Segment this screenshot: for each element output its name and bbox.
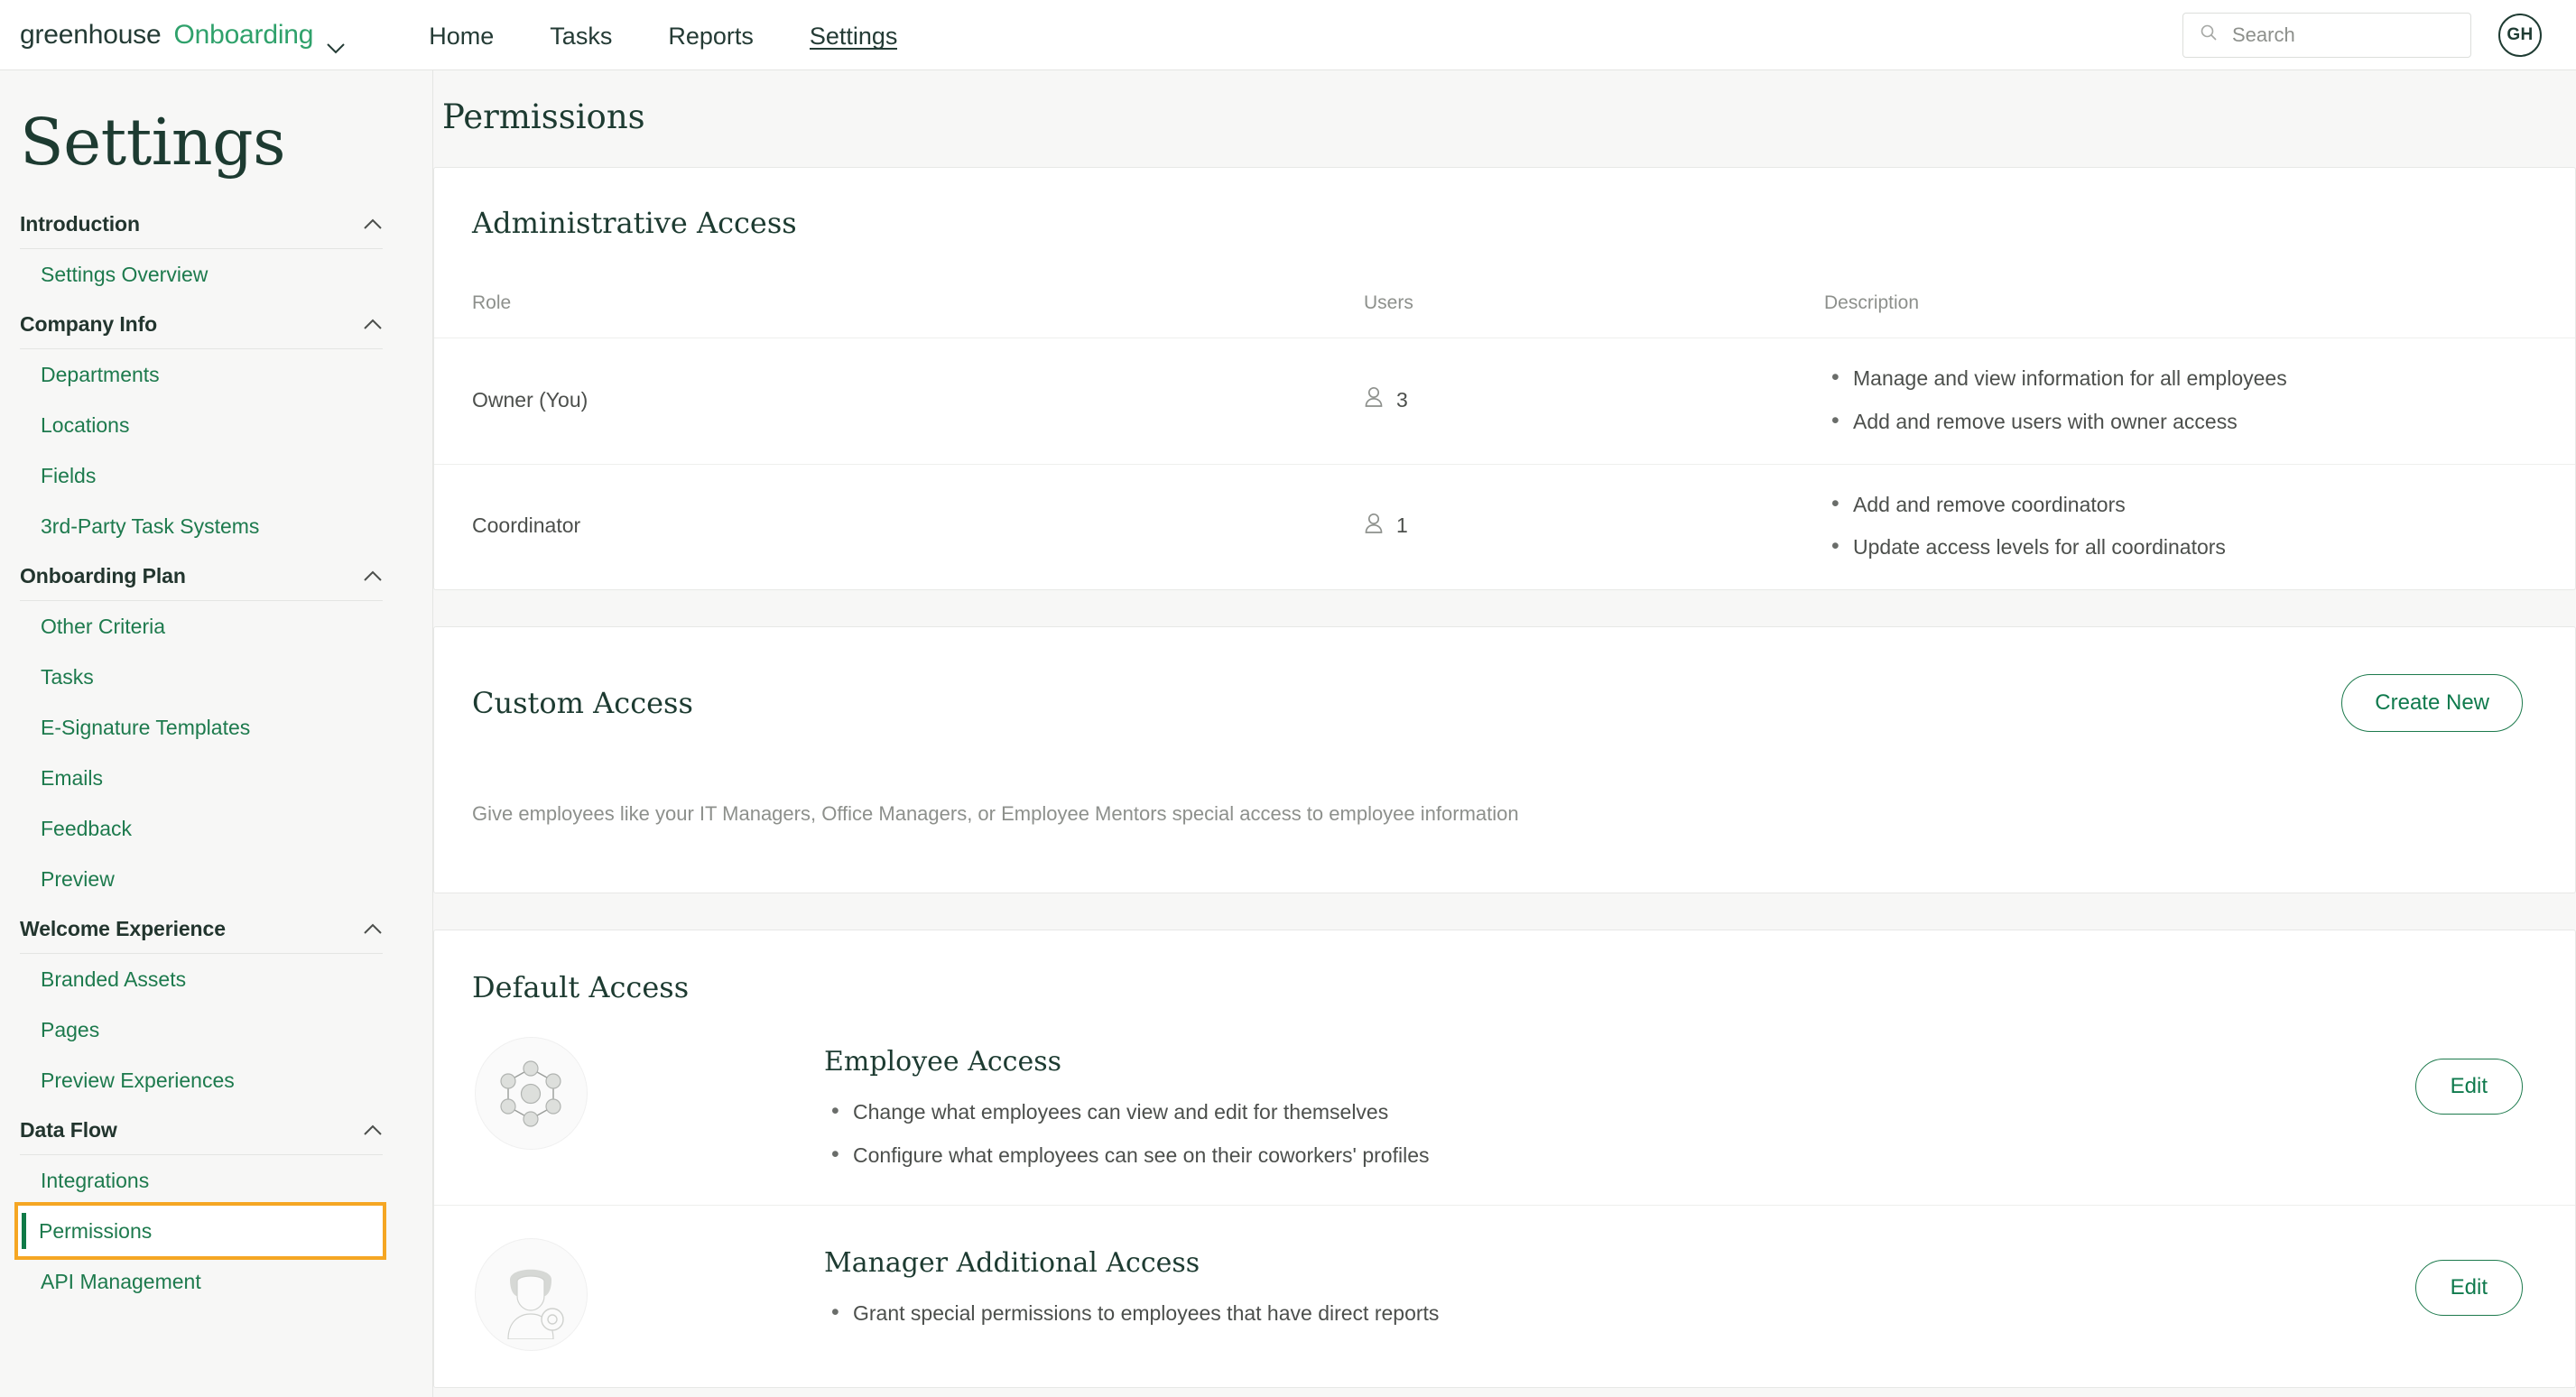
settings-sidebar: Settings Introduction Settings Overview … xyxy=(0,70,433,1397)
sidebar-item-departments[interactable]: Departments xyxy=(20,349,383,400)
sidebar-group-data-flow: Data Flow Integrations Permissions API M… xyxy=(14,1106,386,1307)
brand-logo[interactable]: greenhouse Onboarding xyxy=(20,19,346,54)
chevron-down-icon[interactable] xyxy=(326,31,346,54)
manager-access-bullet: Grant special permissions to employees t… xyxy=(824,1299,2415,1327)
sidebar-group-title: Introduction xyxy=(20,212,140,236)
employee-access-bullet: Configure what employees can see on thei… xyxy=(824,1141,2415,1169)
network-nodes-icon xyxy=(474,1037,588,1150)
sidebar-group-company-info: Company Info Departments Locations Field… xyxy=(20,300,383,551)
employee-access-title: Employee Access xyxy=(824,1046,1062,1078)
default-access-card: Default Access Employee Access • Change … xyxy=(433,930,2576,1388)
sidebar-item-other-criteria[interactable]: Other Criteria xyxy=(20,601,383,652)
user-icon xyxy=(1364,386,1384,413)
nav-item-tasks[interactable]: Tasks xyxy=(550,0,612,69)
brand-primary-text: greenhouse xyxy=(20,19,162,50)
chevron-up-icon[interactable] xyxy=(363,319,383,330)
cell-users: 1 xyxy=(1364,463,1824,589)
chevron-up-icon[interactable] xyxy=(363,570,383,582)
page-body: Settings Introduction Settings Overview … xyxy=(0,70,2576,1397)
sidebar-item-3rd-party-task-systems[interactable]: 3rd-Party Task Systems xyxy=(20,501,383,551)
sidebar-group-header-data-flow[interactable]: Data Flow xyxy=(20,1106,383,1155)
user-icon xyxy=(1364,513,1384,540)
chevron-up-icon[interactable] xyxy=(363,1124,383,1136)
sidebar-group-title: Welcome Experience xyxy=(20,917,226,940)
administrative-access-table: Role Users Description Owner (You) 3 • M… xyxy=(434,240,2575,589)
create-new-button[interactable]: Create New xyxy=(2341,674,2523,732)
main-nav: Home Tasks Reports Settings xyxy=(429,0,897,69)
edit-employee-access-button[interactable]: Edit xyxy=(2414,1059,2523,1115)
sidebar-group-onboarding-plan: Onboarding Plan Other Criteria Tasks E-S… xyxy=(20,551,383,904)
page-title: Settings xyxy=(20,105,286,180)
search-input[interactable]: Search xyxy=(2182,12,2471,58)
description-bullet: Update access levels for all coordinator… xyxy=(1824,532,2575,560)
default-access-title: Default Access xyxy=(472,970,690,1004)
employee-access-bullet: Change what employees can view and edit … xyxy=(824,1097,2415,1125)
main-content: Permissions Administrative Access Role U… xyxy=(433,70,2576,1397)
chevron-up-icon[interactable] xyxy=(363,923,383,935)
permissions-heading: Permissions xyxy=(442,97,645,136)
custom-access-title: Custom Access xyxy=(472,686,693,720)
column-header-users: Users xyxy=(1364,292,1413,313)
cell-users-count: 3 xyxy=(1396,387,1408,412)
chevron-up-icon[interactable] xyxy=(363,218,383,230)
edit-manager-access-button[interactable]: Edit xyxy=(2414,1259,2523,1316)
avatar[interactable]: GH xyxy=(2498,13,2542,57)
sidebar-item-api-management[interactable]: API Management xyxy=(20,1256,383,1307)
sidebar-item-integrations[interactable]: Integrations xyxy=(20,1155,383,1206)
search-placeholder: Search xyxy=(2232,23,2295,46)
sidebar-item-branded-assets[interactable]: Branded Assets xyxy=(20,954,383,1004)
manager-access-title: Manager Additional Access xyxy=(824,1246,1200,1279)
nav-item-settings[interactable]: Settings xyxy=(809,0,897,69)
sidebar-group-introduction: Introduction Settings Overview xyxy=(20,199,383,300)
sidebar-group-title: Company Info xyxy=(20,312,158,336)
sidebar-item-preview[interactable]: Preview xyxy=(20,854,383,904)
top-navigation-bar: greenhouse Onboarding Home Tasks Reports… xyxy=(0,0,2576,70)
column-header-role: Role xyxy=(472,292,512,313)
cell-role: Owner (You) xyxy=(434,338,1364,464)
table-header-row: Role Users Description xyxy=(434,240,2575,338)
topbar-right-cluster: Search GH xyxy=(2182,12,2542,58)
table-row: Coordinator 1 Add and remove co xyxy=(434,463,2575,589)
administrative-access-title: Administrative Access xyxy=(472,206,797,240)
sidebar-item-locations[interactable]: Locations xyxy=(20,400,383,450)
cell-role: Coordinator xyxy=(434,463,1364,589)
nav-item-home[interactable]: Home xyxy=(429,0,494,69)
cell-users: 3 xyxy=(1364,338,1824,464)
description-bullet: Add and remove users with owner access xyxy=(1824,407,2575,435)
cell-users-count: 1 xyxy=(1396,513,1408,538)
default-access-row-manager: Manager Additional Access Grant special … xyxy=(434,1204,2575,1387)
sidebar-group-title: Onboarding Plan xyxy=(20,564,186,587)
sidebar-item-e-signature-templates[interactable]: E-Signature Templates xyxy=(20,702,383,753)
cell-description: Manage and view information for all empl… xyxy=(1824,338,2575,464)
default-access-row-employee: Employee Access Change what employees ca… xyxy=(434,1004,2575,1205)
nav-item-reports[interactable]: Reports xyxy=(668,0,754,69)
sidebar-item-preview-experiences[interactable]: Preview Experiences xyxy=(20,1055,383,1106)
sidebar-item-tasks[interactable]: Tasks xyxy=(20,652,383,702)
sidebar-group-header-introduction[interactable]: Introduction xyxy=(20,199,383,249)
sidebar-item-pages[interactable]: Pages xyxy=(20,1004,383,1055)
sidebar-item-permissions[interactable]: Permissions xyxy=(14,1202,386,1260)
sidebar-item-fields[interactable]: Fields xyxy=(20,450,383,501)
description-bullet: Add and remove coordinators xyxy=(1824,490,2575,518)
sidebar-group-welcome-experience: Welcome Experience Branded Assets Pages … xyxy=(20,904,383,1106)
sidebar-item-settings-overview[interactable]: Settings Overview xyxy=(20,249,383,300)
search-icon xyxy=(2200,23,2218,46)
administrative-access-card: Administrative Access Role Users Descrip… xyxy=(433,167,2576,590)
sidebar-item-emails[interactable]: Emails xyxy=(20,753,383,803)
cell-description: Add and remove coordinators Update acces… xyxy=(1824,463,2575,589)
person-gear-icon xyxy=(474,1237,588,1351)
column-header-description: Description xyxy=(1824,292,1920,313)
sidebar-group-header-onboarding-plan[interactable]: Onboarding Plan xyxy=(20,551,383,601)
sidebar-group-header-welcome-experience[interactable]: Welcome Experience xyxy=(20,904,383,954)
brand-secondary-text: Onboarding xyxy=(173,19,314,50)
sidebar-group-title: Data Flow xyxy=(20,1118,117,1142)
custom-access-card: Custom Access Create New Give employees … xyxy=(433,626,2576,893)
description-bullet: Manage and view information for all empl… xyxy=(1824,364,2575,392)
table-row: Owner (You) 3 Manage and view i xyxy=(434,338,2575,464)
custom-access-description: Give employees like your IT Managers, Of… xyxy=(472,802,1519,825)
sidebar-item-feedback[interactable]: Feedback xyxy=(20,803,383,854)
sidebar-group-header-company-info[interactable]: Company Info xyxy=(20,300,383,349)
